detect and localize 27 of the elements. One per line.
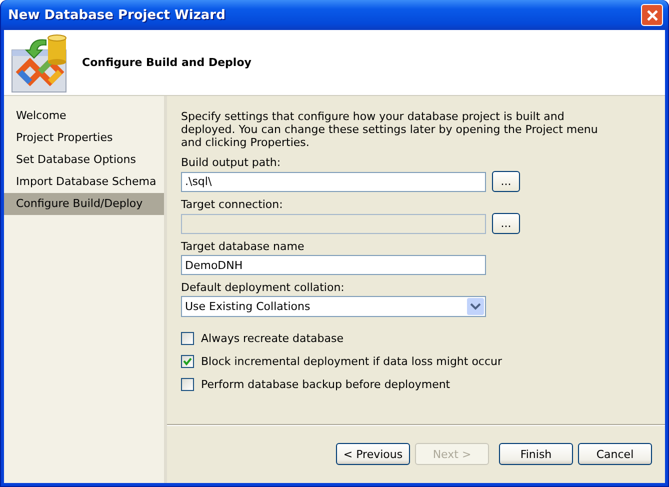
- browse-button[interactable]: ...: [492, 171, 520, 192]
- checkbox[interactable]: [181, 378, 194, 391]
- field-label: Build output path:: [181, 155, 282, 171]
- close-icon: [646, 8, 658, 22]
- checkbox-label: Block incremental deployment if data loss might occur: [201, 355, 502, 368]
- field-label: Target connection:: [181, 197, 284, 213]
- field-label: Target database name: [181, 239, 306, 255]
- step-item[interactable]: Import Database Schema: [4, 171, 164, 193]
- checkbox[interactable]: [181, 355, 194, 368]
- input-field[interactable]: DemoDNH: [181, 255, 486, 275]
- input-field[interactable]: .\sql\: [181, 172, 486, 192]
- checkbox[interactable]: [181, 332, 194, 345]
- page-heading: Configure Build and Deploy: [82, 56, 252, 69]
- checkbox-label: Perform database backup before deployment: [201, 378, 450, 391]
- step-item[interactable]: Configure Build/Deploy: [4, 193, 164, 215]
- dropdown[interactable]: Use Existing Collations: [181, 296, 486, 317]
- wizard-button[interactable]: Finish: [499, 443, 573, 465]
- step-item[interactable]: Set Database Options: [4, 149, 164, 171]
- window-title: New Database Project Wizard: [7, 8, 226, 22]
- wizard-button[interactable]: < Previous: [336, 443, 410, 465]
- close-button[interactable]: [641, 4, 663, 26]
- description-text: Specify settings that configure how your database project is built and deployed. You can change these settings later by opening the Project menu and clicking Properties.: [181, 110, 599, 149]
- wizard-button[interactable]: Cancel: [578, 443, 652, 465]
- step-item[interactable]: Welcome: [4, 105, 164, 127]
- checkbox-label: Always recreate database: [201, 332, 344, 345]
- step-item[interactable]: Project Properties: [4, 127, 164, 149]
- field-label: Default deployment collation:: [181, 280, 346, 296]
